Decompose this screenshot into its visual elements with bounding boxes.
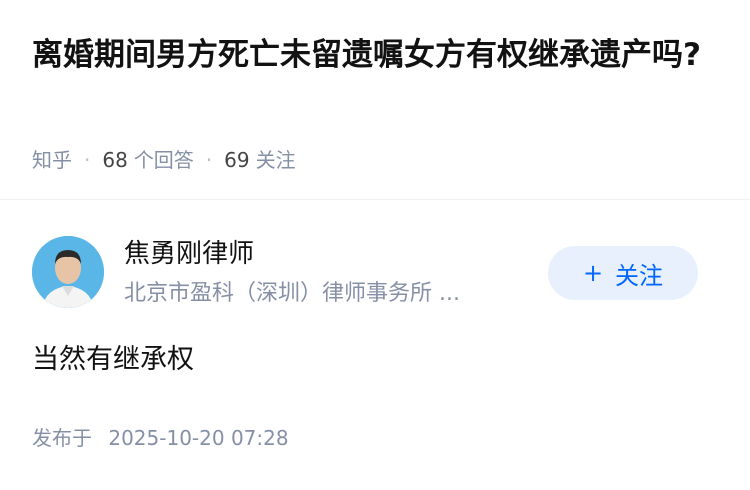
- follow-button[interactable]: + 关注: [548, 246, 698, 300]
- separator-dot: ·: [84, 148, 91, 172]
- divider: [0, 199, 750, 200]
- question-header: 离婚期间男方死亡未留遗嘱女方有权继承遗产吗?: [32, 30, 722, 80]
- source-label[interactable]: 知乎: [32, 146, 72, 174]
- follower-count-label: 关注: [255, 148, 296, 172]
- follow-button-label: 关注: [615, 261, 664, 290]
- answer-text: 当然有继承权: [32, 344, 194, 375]
- author-name[interactable]: 焦勇刚律师: [124, 236, 254, 272]
- separator-dot: ·: [205, 148, 213, 172]
- question-meta: 知乎 · 68 个回答 · 69 关注: [32, 146, 296, 174]
- author-avatar[interactable]: [32, 236, 104, 308]
- plus-icon: +: [582, 259, 604, 287]
- published-label: 发布于: [32, 426, 92, 450]
- answer-count: 68: [102, 148, 128, 172]
- author-organization: 北京市盈科（深圳）律师事务所 ...: [124, 281, 460, 306]
- published-info: 发布于 2025-10-20 07:28: [32, 424, 289, 452]
- question-title[interactable]: 离婚期间男方死亡未留遗嘱女方有权继承遗产吗?: [32, 30, 722, 80]
- published-time: 2025-10-20 07:28: [108, 426, 289, 450]
- follower-count: 69: [224, 148, 250, 172]
- answer-count-label: 个回答: [133, 148, 194, 172]
